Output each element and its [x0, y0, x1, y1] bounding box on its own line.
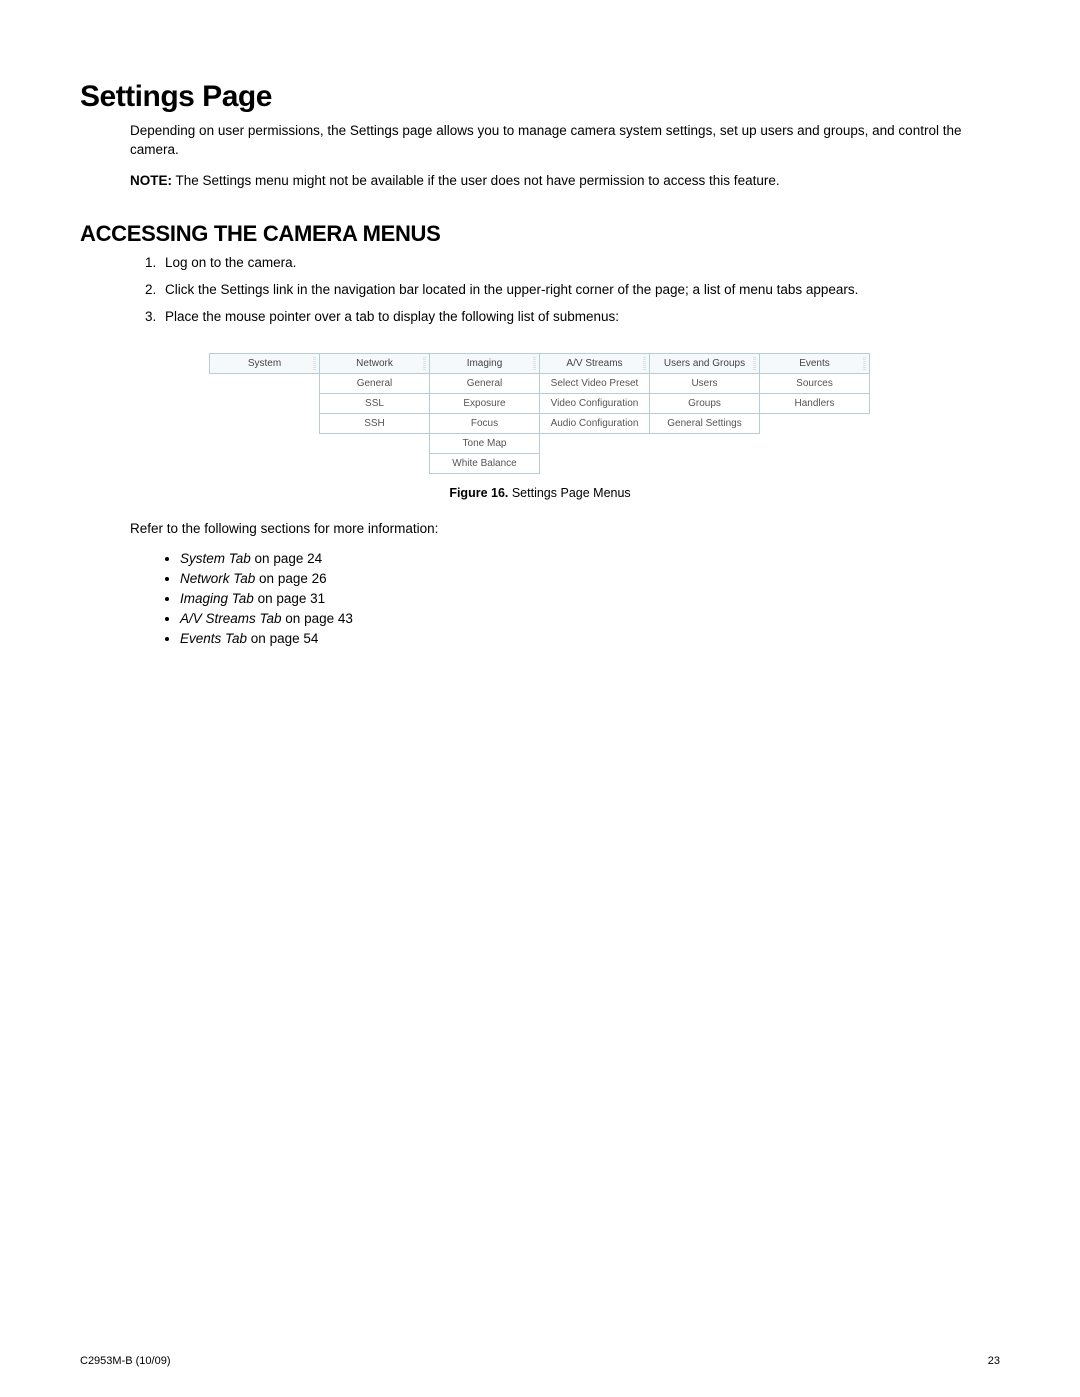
- menu-sub-item: Select Video Preset: [539, 373, 650, 394]
- footer-doc-id: C2953M-B (10/09): [80, 1355, 171, 1367]
- footer-page-number: 23: [988, 1355, 1000, 1367]
- menu-empty-cell: [649, 433, 760, 454]
- menu-empty-cell: [539, 433, 650, 454]
- note-paragraph: NOTE: The Settings menu might not be ava…: [130, 172, 1000, 191]
- menu-tab-header: Imaging: [429, 353, 540, 374]
- menu-sub-item: Users: [649, 373, 760, 394]
- menu-empty-cell: [319, 453, 430, 474]
- menu-empty-cell: [759, 413, 870, 434]
- note-text: The Settings menu might not be available…: [172, 173, 780, 188]
- reference-title: System Tab: [180, 551, 251, 566]
- page-footer: C2953M-B (10/09) 23: [80, 1355, 1000, 1367]
- steps-list: Log on to the camera. Click the Settings…: [80, 255, 1000, 324]
- reference-suffix: on page 26: [255, 571, 326, 586]
- menu-sub-item: Audio Configuration: [539, 413, 650, 434]
- menu-sub-item: SSL: [319, 393, 430, 414]
- reference-item: A/V Streams Tab on page 43: [180, 611, 1000, 626]
- menu-figure: SystemNetworkImagingA/V StreamsUsers and…: [80, 354, 1000, 474]
- menu-sub-item: Groups: [649, 393, 760, 414]
- menu-empty-cell: [209, 453, 320, 474]
- reference-suffix: on page 54: [247, 631, 318, 646]
- reference-title: A/V Streams Tab: [180, 611, 282, 626]
- note-label: NOTE:: [130, 173, 172, 188]
- menu-sub-item: White Balance: [429, 453, 540, 474]
- menu-empty-cell: [209, 433, 320, 454]
- menu-empty-cell: [209, 393, 320, 414]
- menu-tab-header: Users and Groups: [649, 353, 760, 374]
- reference-suffix: on page 43: [282, 611, 353, 626]
- menu-empty-cell: [759, 453, 870, 474]
- step-item: Place the mouse pointer over a tab to di…: [160, 309, 1000, 324]
- menu-empty-cell: [649, 453, 760, 474]
- figure-caption: Figure 16. Settings Page Menus: [80, 486, 1000, 500]
- menu-sub-item: General Settings: [649, 413, 760, 434]
- menu-sub-item: General: [319, 373, 430, 394]
- reference-title: Imaging Tab: [180, 591, 254, 606]
- menu-empty-cell: [209, 373, 320, 394]
- refer-text: Refer to the following sections for more…: [130, 520, 1000, 539]
- step-item: Click the Settings link in the navigatio…: [160, 282, 1000, 297]
- reference-item: System Tab on page 24: [180, 551, 1000, 566]
- reference-title: Network Tab: [180, 571, 255, 586]
- reference-item: Network Tab on page 26: [180, 571, 1000, 586]
- menu-tab-header: Events: [759, 353, 870, 374]
- section-heading: ACCESSING THE CAMERA MENUS: [80, 221, 1000, 247]
- reference-item: Imaging Tab on page 31: [180, 591, 1000, 606]
- step-item: Log on to the camera.: [160, 255, 1000, 270]
- reference-suffix: on page 24: [251, 551, 322, 566]
- reference-item: Events Tab on page 54: [180, 631, 1000, 646]
- menu-sub-item: Sources: [759, 373, 870, 394]
- figure-caption-text: Settings Page Menus: [508, 486, 630, 500]
- menu-sub-item: SSH: [319, 413, 430, 434]
- page-title: Settings Page: [80, 80, 1000, 114]
- menu-empty-cell: [319, 433, 430, 454]
- references-list: System Tab on page 24 Network Tab on page…: [80, 551, 1000, 646]
- menu-empty-cell: [759, 433, 870, 454]
- intro-paragraph: Depending on user permissions, the Setti…: [130, 122, 1000, 160]
- menu-empty-cell: [539, 453, 650, 474]
- menu-tab-header: A/V Streams: [539, 353, 650, 374]
- menu-sub-item: Exposure: [429, 393, 540, 414]
- reference-title: Events Tab: [180, 631, 247, 646]
- menu-sub-item: Handlers: [759, 393, 870, 414]
- figure-label: Figure 16.: [449, 486, 508, 500]
- menu-sub-item: General: [429, 373, 540, 394]
- reference-suffix: on page 31: [254, 591, 325, 606]
- menu-sub-item: Focus: [429, 413, 540, 434]
- menu-empty-cell: [209, 413, 320, 434]
- menu-tab-header: System: [209, 353, 320, 374]
- menu-tab-header: Network: [319, 353, 430, 374]
- menu-sub-item: Video Configuration: [539, 393, 650, 414]
- menu-sub-item: Tone Map: [429, 433, 540, 454]
